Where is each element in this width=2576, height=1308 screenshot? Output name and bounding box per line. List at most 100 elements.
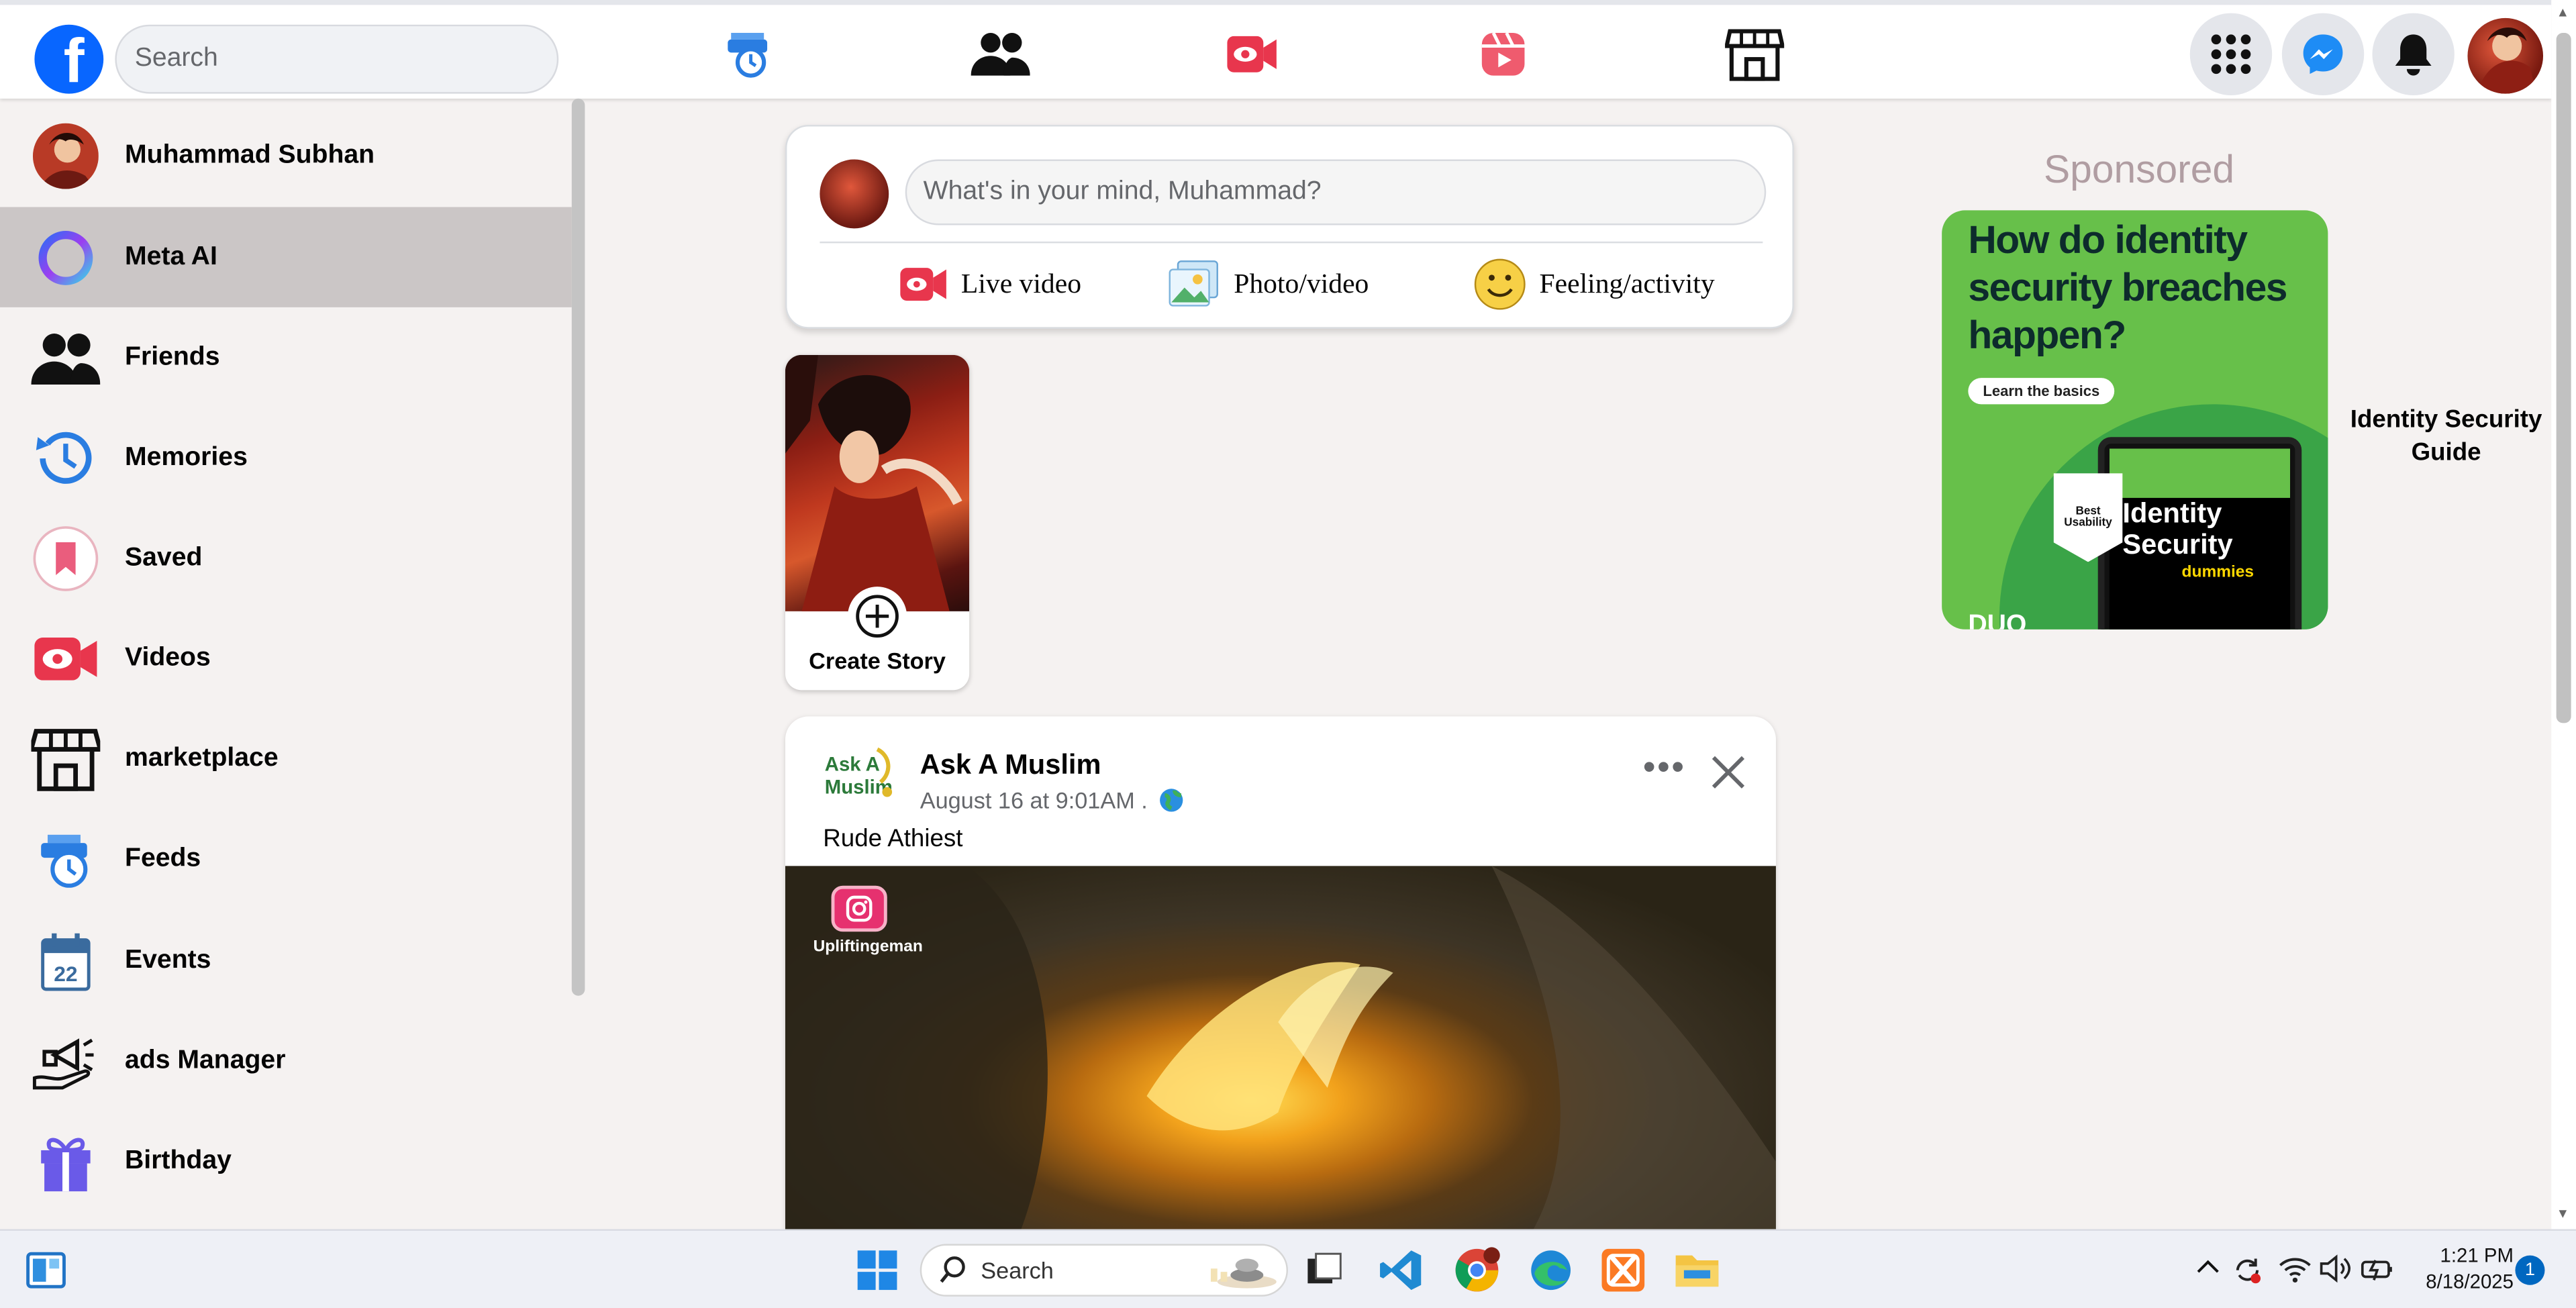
globe-icon [1157, 787, 1183, 813]
vscode-icon[interactable] [1377, 1246, 1426, 1295]
photo-icon [1168, 260, 1220, 309]
sidebar-item-memories[interactable]: Memories [0, 407, 572, 507]
volume-icon[interactable] [2318, 1254, 2351, 1288]
post-timestamp[interactable]: August 16 at 9:01AM . [920, 787, 1184, 813]
close-icon[interactable] [1709, 752, 1748, 792]
menu-grid-icon[interactable] [2189, 13, 2273, 96]
sidebar-item-meta-ai[interactable]: Meta AI [0, 207, 572, 307]
sponsored-ad-image[interactable]: How do identity security breaches happen… [1942, 210, 2328, 630]
sidebar-item-events[interactable]: 22 Events [0, 910, 572, 1010]
photo-video-label: Photo/video [1234, 268, 1369, 299]
feeling-activity-button[interactable]: Feeling/activity [1474, 258, 1715, 310]
profile-avatar [32, 121, 101, 190]
left-sidebar: Muhammad Subhan Meta AI Friends Memories… [0, 99, 572, 1229]
divider [820, 241, 1763, 244]
notification-badge[interactable]: 1 [2515, 1255, 2545, 1285]
live-video-button[interactable]: Live video [899, 258, 1081, 310]
calendar-icon: 22 [32, 926, 101, 995]
photo-video-button[interactable]: Photo/video [1168, 258, 1369, 310]
sidebar-item-marketplace[interactable]: marketplace [0, 708, 572, 808]
create-story-label: Create Story [809, 647, 946, 674]
wifi-icon[interactable] [2279, 1254, 2312, 1288]
search-highlight-icon [1197, 1252, 1277, 1292]
post-video[interactable]: Upliftingeman [785, 866, 1776, 1243]
bell-icon[interactable] [2372, 13, 2455, 96]
post-composer: What's in your mind, Muhammad? Live vide… [785, 125, 1794, 329]
edge-icon[interactable] [1526, 1246, 1575, 1295]
live-video-label: Live video [960, 268, 1082, 299]
clock-time: 1:21 PM [2440, 1244, 2514, 1267]
add-story-icon[interactable] [848, 587, 907, 646]
create-story-card[interactable]: Create Story [785, 354, 970, 691]
taskbar-search[interactable]: Search [920, 1244, 1288, 1297]
sync-icon[interactable] [2231, 1254, 2264, 1291]
messenger-icon[interactable] [2281, 13, 2365, 96]
sidebar-item-birthday[interactable]: Birthday [0, 1111, 572, 1211]
clock-date: 8/18/2025 [2426, 1270, 2514, 1293]
ad-brand: DUO [1968, 611, 2027, 630]
facebook-logo[interactable]: f [34, 24, 104, 94]
video-icon [899, 264, 948, 304]
profile-avatar[interactable] [2467, 17, 2544, 94]
profile-avatar [820, 159, 889, 229]
post-page-name[interactable]: Ask A Muslim [920, 750, 1101, 783]
sidebar-item-label: Birthday [125, 1146, 232, 1174]
video-icon[interactable] [1222, 25, 1281, 84]
system-clock[interactable]: 1:21 PM 8/18/2025 [2405, 1242, 2514, 1295]
xampp-icon[interactable] [1599, 1246, 1648, 1295]
sidebar-item-videos[interactable]: Videos [0, 608, 572, 708]
watermark-text: Upliftingeman [813, 938, 923, 957]
ad-tablet-title: Identity Security [2122, 497, 2233, 560]
sponsored-heading: Sponsored [2043, 148, 2235, 193]
megaphone-icon [32, 1026, 101, 1095]
ad-learn-button[interactable]: Learn the basics [1968, 378, 2115, 405]
search-input[interactable]: Search [115, 24, 559, 94]
friends-icon[interactable] [971, 25, 1030, 84]
sidebar-item-ads-manager[interactable]: ads Manager [0, 1011, 572, 1111]
ad-tablet-sub: dummies [2181, 563, 2255, 582]
chrome-icon[interactable] [1452, 1246, 1501, 1295]
ad-tablet-graphic: Identity Security dummies [2097, 437, 2302, 630]
meta-ai-icon [32, 223, 101, 292]
scroll-up-icon[interactable]: ▲ [2557, 5, 2569, 19]
svg-text:Ask A: Ask A [825, 753, 880, 775]
page-logo[interactable]: Ask A Muslim [822, 743, 900, 802]
sidebar-item-label: Muhammad Subhan [125, 140, 375, 168]
page-scrollbar[interactable]: ▲ ▼ [2551, 0, 2576, 1229]
composer-input[interactable]: What's in your mind, Muhammad? [905, 159, 1767, 225]
windows-start-icon[interactable] [852, 1246, 901, 1295]
widgets-icon[interactable] [21, 1246, 70, 1295]
ad-headline: How do identity security breaches happen… [1968, 218, 2287, 358]
sidebar-scrollbar[interactable] [571, 98, 585, 996]
sidebar-item-saved[interactable]: Saved [0, 508, 572, 608]
sidebar-item-label: Friends [125, 342, 220, 371]
marketplace-icon[interactable] [1725, 25, 1785, 84]
task-view-icon[interactable] [1299, 1246, 1348, 1295]
feeds-icon[interactable] [720, 25, 779, 84]
sidebar-item-label: ads Manager [125, 1046, 286, 1074]
friends-icon [31, 323, 101, 392]
instagram-icon [831, 885, 887, 932]
memories-icon [32, 423, 101, 492]
sidebar-item-profile[interactable]: Muhammad Subhan [0, 105, 572, 205]
scroll-down-icon[interactable]: ▼ [2557, 1206, 2569, 1221]
sidebar-item-feeds[interactable]: Feeds [0, 809, 572, 909]
sidebar-item-label: Saved [125, 543, 203, 571]
marketplace-icon [31, 724, 101, 793]
file-explorer-icon[interactable] [1673, 1246, 1722, 1295]
more-options-icon[interactable]: ••• [1643, 748, 1686, 785]
sidebar-item-label: Videos [125, 643, 211, 672]
windows-taskbar: Search 1:21 PM 8/18/2025 1 [0, 1229, 2576, 1308]
chevron-up-icon[interactable] [2195, 1254, 2221, 1285]
sidebar-item-label: marketplace [125, 743, 279, 772]
post-text: Rude Athiest [823, 825, 963, 853]
ad-caption[interactable]: Identity Security Guide [2333, 404, 2560, 470]
gift-icon [32, 1126, 101, 1195]
feeds-icon [32, 824, 101, 893]
sidebar-item-friends[interactable]: Friends [0, 307, 572, 407]
calendar-day: 22 [54, 961, 77, 985]
battery-icon[interactable] [2359, 1254, 2395, 1288]
timestamp-text: August 16 at 9:01AM . [920, 787, 1148, 814]
reels-icon[interactable] [1474, 25, 1533, 84]
scroll-thumb[interactable] [2556, 32, 2571, 723]
